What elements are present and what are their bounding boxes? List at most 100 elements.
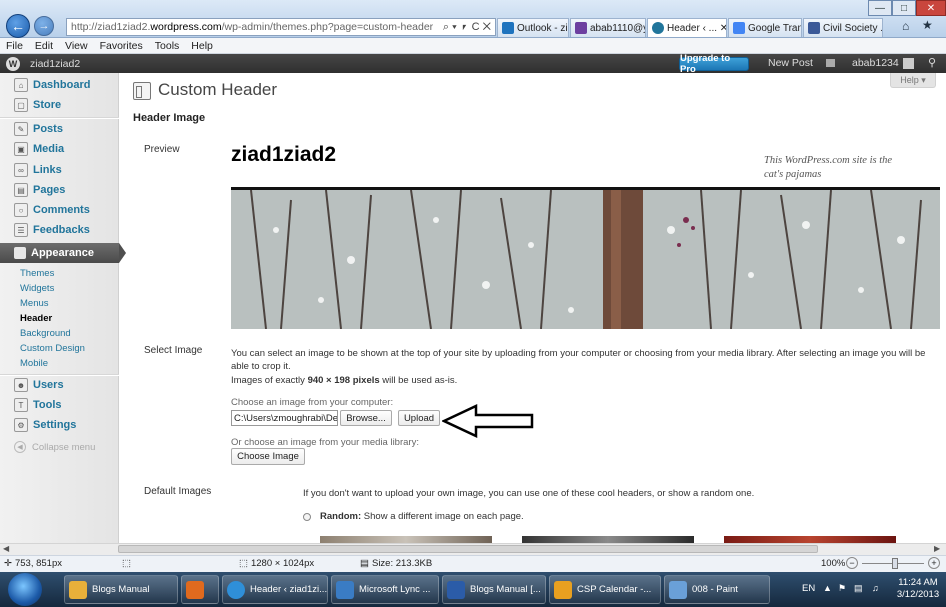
posts-icon: ✎ xyxy=(14,122,28,136)
random-radio[interactable] xyxy=(303,513,311,521)
user-name[interactable]: abab1234 xyxy=(852,57,899,69)
minimize-button[interactable]: — xyxy=(868,0,892,16)
sidebar-item-appearance[interactable]: Appearance xyxy=(0,243,126,263)
address-bar[interactable]: http://ziad1ziad2. wordpress.com/wp-admin… xyxy=(66,18,496,36)
sidebar-item-feedbacks[interactable]: ☰ Feedbacks xyxy=(0,220,119,240)
default-images-description: If you don't want to upload your own ima… xyxy=(303,488,755,499)
sidebar-item-store[interactable]: ▢ Store xyxy=(0,95,119,115)
media-icon: ▣ xyxy=(14,142,28,156)
volume-icon[interactable]: ♫ xyxy=(872,583,879,593)
image-size-note: Images of exactly 940 × 198 pixels will … xyxy=(231,375,458,386)
taskbar-item-paint[interactable]: 008 - Paint xyxy=(664,575,770,604)
taskbar-item-outlook-calendar[interactable]: CSP Calendar -... xyxy=(549,575,661,604)
preview-tagline: This WordPress.com site is the cat's paj… xyxy=(764,155,893,180)
menu-help[interactable]: Help xyxy=(185,40,219,52)
admin-bar-site[interactable]: ziad1ziad2 xyxy=(30,58,80,70)
help-tab[interactable]: Help ▾ xyxy=(890,73,936,88)
zoom-in-icon[interactable]: + xyxy=(928,557,940,569)
scroll-left-icon[interactable]: ◀ xyxy=(3,544,9,553)
zoom-slider-thumb[interactable] xyxy=(892,558,898,569)
menu-favorites[interactable]: Favorites xyxy=(94,40,149,52)
tab-yahoo-mail[interactable]: abab1110@y... xyxy=(570,18,646,37)
sidebar-item-links[interactable]: ∞ Links xyxy=(0,160,119,180)
scroll-right-icon[interactable]: ▶ xyxy=(934,544,940,553)
maximize-button[interactable]: □ xyxy=(892,0,916,16)
sidebar-item-settings[interactable]: ⚙ Settings xyxy=(0,415,119,435)
network-icon[interactable]: ▤ xyxy=(854,583,863,594)
taskbar-item-word[interactable]: Blogs Manual [... xyxy=(442,575,546,604)
settings-icon: ⚙ xyxy=(14,418,28,432)
back-arrow-icon[interactable]: ← xyxy=(6,14,30,38)
appearance-page-icon xyxy=(133,82,151,100)
tab-outlook[interactable]: Outlook - zi... xyxy=(497,18,569,37)
select-image-label: Select Image xyxy=(144,345,203,356)
new-post-link[interactable]: New Post xyxy=(768,57,813,69)
tab-header[interactable]: Header ‹ ... ✕ xyxy=(647,18,727,37)
zoom-out-icon[interactable]: − xyxy=(846,557,858,569)
preview-site-name: ziad1ziad2 xyxy=(231,143,337,166)
submenu-header[interactable]: Header xyxy=(20,313,52,324)
clock[interactable]: 11:24 AM 3/12/2013 xyxy=(893,577,943,601)
scrollbar-thumb[interactable] xyxy=(118,545,818,553)
taskbar-item-media-player[interactable] xyxy=(181,575,219,604)
flag-icon[interactable]: ⚑ xyxy=(838,583,846,594)
feedbacks-icon: ☰ xyxy=(14,223,28,237)
sidebar-item-users[interactable]: ☻ Users xyxy=(0,375,119,395)
image-dimensions: ⬚ 1280 × 1024px xyxy=(239,558,315,569)
menu-edit[interactable]: Edit xyxy=(29,40,59,52)
tab-google-translate[interactable]: Google Tran... xyxy=(728,18,802,37)
address-tools[interactable]: ⌕ ▾ ⎖ C ✕ xyxy=(443,21,495,34)
file-size: ▤ Size: 213.3KB xyxy=(360,558,433,569)
language-indicator[interactable]: EN xyxy=(802,583,815,594)
close-window-button[interactable]: ✕ xyxy=(916,0,946,16)
taskbar-item-internet-explorer[interactable]: Header ‹ ziad1zi... xyxy=(222,575,328,604)
submenu-widgets[interactable]: Widgets xyxy=(20,283,54,294)
media-player-icon xyxy=(186,580,204,599)
taskbar-item-blogs-manual[interactable]: Blogs Manual xyxy=(64,575,178,604)
submenu-themes[interactable]: Themes xyxy=(20,268,54,279)
outlook-calendar-icon xyxy=(554,580,572,599)
submenu-background[interactable]: Background xyxy=(20,328,71,339)
cursor-position: ✛ 753, 851px xyxy=(4,558,62,569)
address-prefix: http://ziad1ziad2. xyxy=(71,21,151,33)
forward-arrow-icon[interactable]: → xyxy=(34,16,54,36)
status-bar xyxy=(0,555,946,572)
taskbar-item-lync[interactable]: Microsoft Lync ... xyxy=(331,575,439,604)
crosshair-icon: ✛ xyxy=(4,558,12,569)
sidebar-item-dashboard[interactable]: ⌂ Dashboard xyxy=(0,75,119,95)
sidebar-item-pages[interactable]: ▤ Pages xyxy=(0,180,119,200)
submenu-mobile[interactable]: Mobile xyxy=(20,358,48,369)
menu-tools[interactable]: Tools xyxy=(149,40,186,52)
sidebar-item-tools[interactable]: T Tools xyxy=(0,395,119,415)
sidebar-item-posts[interactable]: ✎ Posts xyxy=(0,119,119,139)
wordpress-logo-icon[interactable]: W xyxy=(6,56,20,71)
menu-view[interactable]: View xyxy=(59,40,94,52)
tab-civil-society[interactable]: Civil Society ... xyxy=(803,18,883,37)
facebook-icon xyxy=(808,22,820,34)
home-icon[interactable]: ⌂ xyxy=(902,19,909,33)
submenu-custom-design[interactable]: Custom Design xyxy=(20,343,85,354)
comments-icon: ○ xyxy=(14,203,28,217)
choose-image-button[interactable]: Choose Image xyxy=(231,448,305,465)
header-preview-image xyxy=(231,187,940,329)
show-hidden-icons-icon[interactable]: ▲ xyxy=(823,583,832,593)
avatar[interactable] xyxy=(903,58,914,69)
mail-icon xyxy=(575,22,587,34)
start-button[interactable] xyxy=(8,573,42,606)
dimensions-icon: ⬚ xyxy=(239,558,248,569)
dashboard-icon: ⌂ xyxy=(14,78,28,92)
clock-date: 3/12/2013 xyxy=(896,589,940,600)
submenu-menus[interactable]: Menus xyxy=(20,298,49,309)
search-icon[interactable]: ⚲ xyxy=(928,56,936,69)
upload-button[interactable]: Upload xyxy=(398,410,440,426)
favorites-star-icon[interactable]: ★ xyxy=(922,18,933,32)
comment-bubble-icon[interactable] xyxy=(826,59,835,67)
upgrade-button[interactable]: Upgrade to Pro xyxy=(679,53,749,75)
file-path-input[interactable]: C:\Users\zmoughrabi\Des xyxy=(231,410,338,426)
collapse-menu[interactable]: ◀ Collapse menu xyxy=(14,441,95,453)
sidebar-item-comments[interactable]: ○ Comments xyxy=(0,200,119,220)
sidebar-item-media[interactable]: ▣ Media xyxy=(0,139,119,159)
choose-from-computer-label: Choose an image from your computer: xyxy=(231,397,394,408)
menu-file[interactable]: File xyxy=(0,40,29,52)
browse-button[interactable]: Browse... xyxy=(340,410,392,426)
